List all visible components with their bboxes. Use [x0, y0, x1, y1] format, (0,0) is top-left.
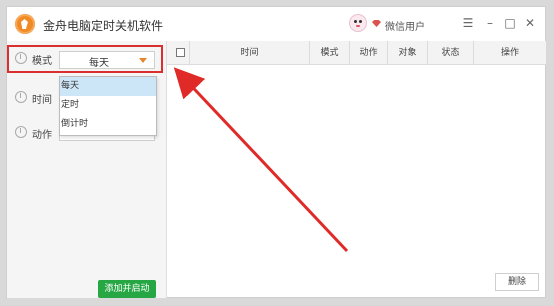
- time-icon: [15, 91, 27, 103]
- user-avatar[interactable]: [349, 14, 367, 32]
- column-target[interactable]: 对象: [387, 41, 427, 65]
- close-icon[interactable]: ✕: [523, 16, 537, 30]
- dropdown-option-scheduled[interactable]: 定时: [60, 96, 156, 115]
- action-icon: [15, 126, 27, 138]
- mode-label: 模式: [32, 56, 52, 67]
- app-logo-icon: [15, 14, 35, 34]
- clock-icon: [15, 52, 27, 64]
- select-all-checkbox[interactable]: [176, 48, 185, 57]
- chevron-down-icon[interactable]: [139, 58, 147, 63]
- task-table-header: 时间 模式 动作 对象 状态 操作: [167, 41, 546, 65]
- mode-dropdown: 每天 定时 倒计时: [59, 76, 157, 136]
- app-window: 金舟电脑定时关机软件 微信用户 ☰ – □ ✕ 模式 每天 时间 动作 每天 定: [6, 6, 546, 298]
- user-name[interactable]: 微信用户: [385, 18, 425, 33]
- column-operations[interactable]: 操作: [473, 41, 546, 65]
- column-status[interactable]: 状态: [427, 41, 473, 65]
- column-time[interactable]: 时间: [189, 41, 309, 65]
- mode-select-value: 每天: [89, 58, 109, 69]
- time-label: 时间: [32, 95, 52, 106]
- column-mode[interactable]: 模式: [309, 41, 349, 65]
- delete-button[interactable]: 删除: [495, 273, 539, 291]
- dropdown-option-daily[interactable]: 每天: [60, 77, 156, 96]
- maximize-icon[interactable]: □: [503, 16, 517, 30]
- add-start-button[interactable]: 添加并启动: [98, 280, 156, 298]
- dropdown-option-countdown[interactable]: 倒计时: [60, 115, 156, 134]
- settings-panel: 模式 每天 时间 动作 每天 定时 倒计时 添加并启动: [7, 41, 167, 298]
- mode-select[interactable]: 每天: [59, 51, 155, 69]
- action-label: 动作: [32, 130, 52, 141]
- menu-icon[interactable]: ☰: [461, 16, 475, 30]
- minimize-icon[interactable]: –: [483, 16, 497, 30]
- column-action[interactable]: 动作: [349, 41, 387, 65]
- title-bar: 金舟电脑定时关机软件 微信用户 ☰ – □ ✕: [7, 7, 545, 41]
- vip-gem-icon[interactable]: [372, 20, 381, 27]
- app-title: 金舟电脑定时关机软件: [43, 19, 164, 33]
